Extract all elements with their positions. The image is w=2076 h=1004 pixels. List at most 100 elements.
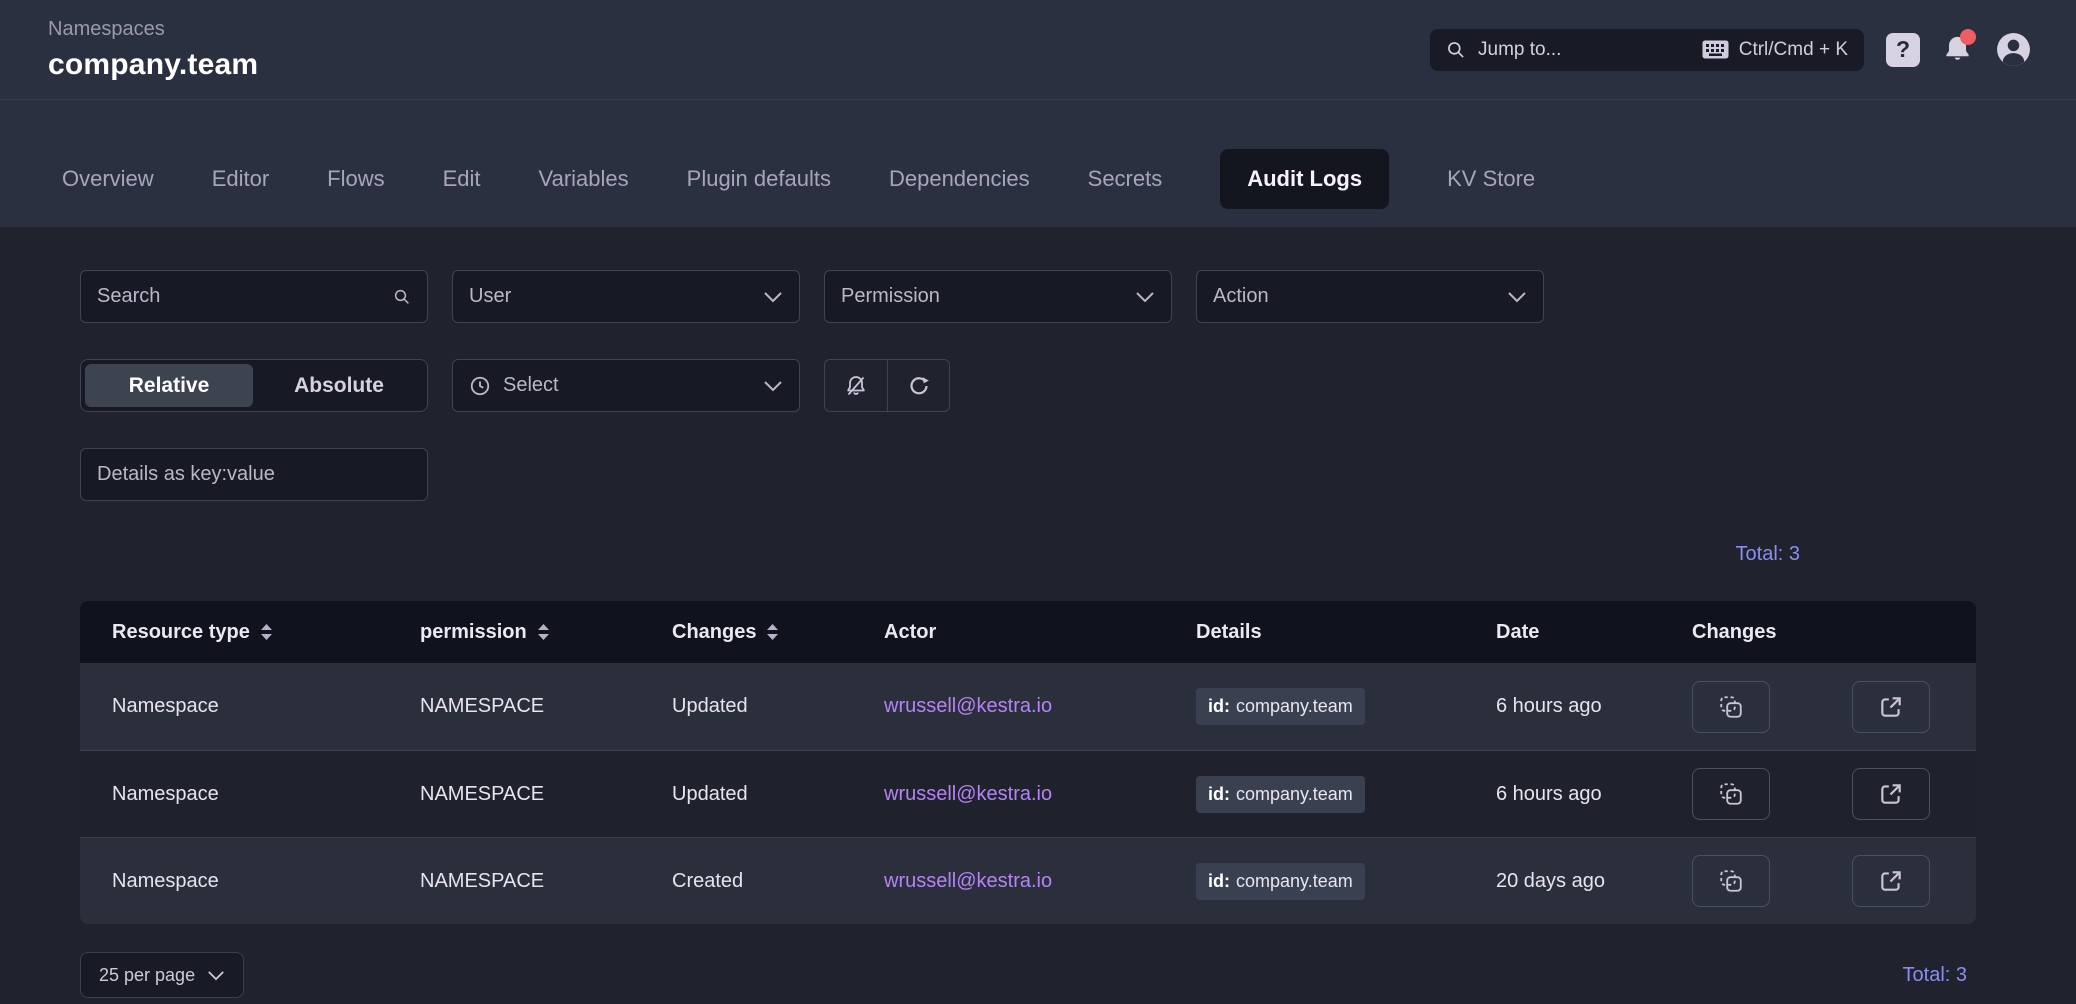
cell-actions	[1692, 855, 1948, 907]
actor-link[interactable]: wrussell@kestra.io	[884, 695, 1196, 718]
cell-date: 6 hours ago	[1496, 783, 1692, 806]
chevron-down-icon	[763, 380, 783, 392]
search-icon	[393, 288, 411, 306]
action-filter-select[interactable]: Action	[1196, 270, 1544, 323]
column-header-details: Details	[1196, 621, 1496, 644]
details-filter-placeholder: Details as key:value	[97, 463, 275, 486]
open-in-new-icon	[1878, 781, 1904, 807]
column-label: Resource type	[112, 621, 250, 644]
table-row: Namespace NAMESPACE Created wrussell@kes…	[80, 837, 1976, 924]
time-mode-relative[interactable]: Relative	[85, 364, 253, 407]
tab-variables[interactable]: Variables	[539, 166, 629, 192]
avatar[interactable]	[1995, 31, 2032, 68]
column-header-permission[interactable]: permission	[420, 621, 672, 644]
permission-filter-select[interactable]: Permission	[824, 270, 1172, 323]
column-header-changes[interactable]: Changes	[672, 621, 884, 644]
details-key: id:	[1208, 784, 1230, 805]
table-row: Namespace NAMESPACE Updated wrussell@kes…	[80, 663, 1976, 750]
cell-date: 6 hours ago	[1496, 695, 1692, 718]
per-page-select[interactable]: 25 per page	[80, 952, 244, 998]
breadcrumb[interactable]: Namespaces	[48, 18, 258, 41]
open-in-new-icon	[1878, 868, 1904, 894]
sort-icon	[260, 622, 273, 642]
filter-row-primary: Search User Permission Action	[80, 270, 1976, 323]
details-badge: id: company.team	[1196, 688, 1365, 725]
audit-logs-panel: Search User Permission Action Rela	[0, 270, 2076, 998]
cell-details: id: company.team	[1196, 776, 1496, 813]
cell-details: id: company.team	[1196, 688, 1496, 725]
cell-change: Updated	[672, 783, 884, 806]
sort-icon	[537, 622, 550, 642]
view-changes-button[interactable]	[1692, 855, 1770, 907]
tab-dependencies[interactable]: Dependencies	[889, 166, 1030, 192]
cell-permission: NAMESPACE	[420, 695, 672, 718]
open-details-button[interactable]	[1852, 768, 1930, 820]
open-details-button[interactable]	[1852, 681, 1930, 733]
diff-icon	[1718, 781, 1744, 807]
notifications-button[interactable]	[1942, 34, 1973, 65]
filter-actions-group	[824, 359, 950, 412]
mute-notifications-button[interactable]	[825, 360, 887, 411]
details-value: company.team	[1236, 784, 1353, 805]
actor-link[interactable]: wrussell@kestra.io	[884, 870, 1196, 893]
tab-editor[interactable]: Editor	[212, 166, 269, 192]
keyboard-icon	[1702, 40, 1729, 59]
shortcut-hint: Ctrl/Cmd + K	[1702, 39, 1848, 61]
total-count-bottom: Total: 3	[1903, 964, 1967, 987]
cell-actions	[1692, 681, 1948, 733]
search-icon	[1446, 40, 1466, 60]
refresh-icon	[907, 374, 931, 398]
action-filter-label: Action	[1213, 285, 1269, 308]
details-filter-input[interactable]: Details as key:value	[80, 448, 428, 501]
cell-resource-type: Namespace	[112, 695, 420, 718]
table-header-row: Resource type permission Changes Actor D…	[80, 601, 1976, 663]
cell-change: Updated	[672, 695, 884, 718]
cell-actions	[1692, 768, 1948, 820]
tab-plugin-defaults[interactable]: Plugin defaults	[687, 166, 831, 192]
search-placeholder: Search	[97, 285, 160, 308]
jump-to-placeholder: Jump to...	[1478, 39, 1690, 61]
notification-dot	[1960, 29, 1976, 45]
tab-overview[interactable]: Overview	[62, 166, 154, 192]
cell-resource-type: Namespace	[112, 783, 420, 806]
chevron-down-icon	[207, 970, 225, 981]
audit-logs-table: Resource type permission Changes Actor D…	[80, 601, 1976, 924]
open-in-new-icon	[1878, 694, 1904, 720]
tab-edit[interactable]: Edit	[443, 166, 481, 192]
help-icon[interactable]: ?	[1886, 33, 1920, 67]
shortcut-label: Ctrl/Cmd + K	[1739, 39, 1848, 61]
tab-flows[interactable]: Flows	[327, 166, 384, 192]
namespace-tabs: Overview Editor Flows Edit Variables Plu…	[0, 100, 2076, 227]
cell-permission: NAMESPACE	[420, 783, 672, 806]
cell-change: Created	[672, 870, 884, 893]
open-details-button[interactable]	[1852, 855, 1930, 907]
time-mode-absolute[interactable]: Absolute	[255, 364, 423, 407]
view-changes-button[interactable]	[1692, 768, 1770, 820]
jump-to-search[interactable]: Jump to... Ctrl/Cmd + K	[1430, 29, 1864, 71]
pagination-row: 25 per page Total: 3	[80, 952, 1976, 998]
user-filter-label: User	[469, 285, 511, 308]
tab-secrets[interactable]: Secrets	[1088, 166, 1163, 192]
refresh-button[interactable]	[887, 360, 949, 411]
bell-off-icon	[844, 374, 868, 398]
clock-icon	[469, 375, 491, 397]
filter-row-details: Details as key:value	[80, 448, 1976, 501]
search-input[interactable]: Search	[80, 270, 428, 323]
topbar-actions: Jump to... Ctrl/Cmd + K ?	[1430, 29, 2032, 71]
column-header-resource-type[interactable]: Resource type	[112, 621, 420, 644]
actor-link[interactable]: wrussell@kestra.io	[884, 783, 1196, 806]
cell-resource-type: Namespace	[112, 870, 420, 893]
time-range-select[interactable]: Select	[452, 359, 800, 412]
details-value: company.team	[1236, 871, 1353, 892]
column-header-date: Date	[1496, 621, 1692, 644]
chevron-down-icon	[1507, 291, 1527, 303]
total-count-top: Total: 3	[80, 543, 1800, 566]
top-bar: Namespaces company.team Jump to... Ctrl/…	[0, 0, 2076, 100]
user-filter-select[interactable]: User	[452, 270, 800, 323]
tab-audit-logs[interactable]: Audit Logs	[1220, 149, 1389, 209]
details-badge: id: company.team	[1196, 863, 1365, 900]
details-key: id:	[1208, 871, 1230, 892]
tab-kv-store[interactable]: KV Store	[1447, 166, 1535, 192]
chevron-down-icon	[1135, 291, 1155, 303]
view-changes-button[interactable]	[1692, 681, 1770, 733]
